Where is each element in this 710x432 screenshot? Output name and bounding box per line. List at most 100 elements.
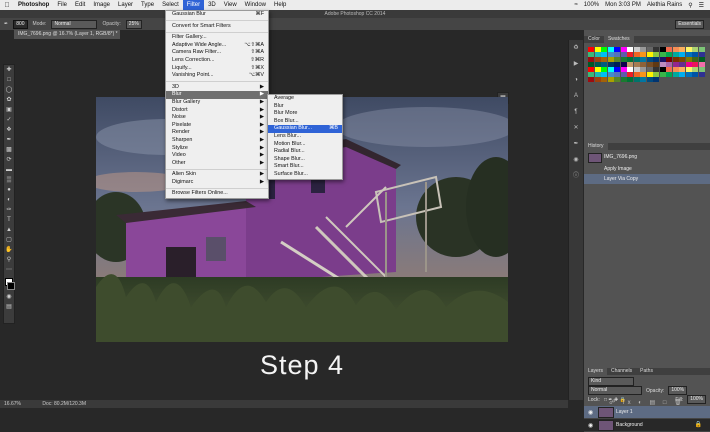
- adjustments-icon[interactable]: ◑: [571, 75, 581, 85]
- color-swatch[interactable]: [601, 77, 607, 82]
- history-state[interactable]: Apply Image: [584, 164, 710, 174]
- history-panel-icon[interactable]: ♻: [571, 43, 581, 53]
- character-icon[interactable]: A: [571, 91, 581, 101]
- color-swatch[interactable]: [666, 72, 672, 77]
- shape-tool-icon[interactable]: ▢: [5, 236, 13, 244]
- info-icon[interactable]: ⓘ: [571, 171, 581, 181]
- filter-item-video[interactable]: Video ▶: [166, 152, 268, 160]
- user-name[interactable]: Alethia Rains: [647, 2, 682, 8]
- tab-channels[interactable]: Channels: [607, 368, 636, 375]
- menu-window[interactable]: Window: [241, 0, 270, 10]
- move-tool-icon[interactable]: ✚: [5, 66, 13, 74]
- color-swatch[interactable]: [633, 77, 640, 82]
- blur-item-radial-blur[interactable]: Radial Blur...: [268, 148, 342, 156]
- color-swatch[interactable]: [640, 77, 646, 82]
- blur-tool-icon[interactable]: ●: [5, 186, 13, 194]
- healing-tool-icon[interactable]: ❖: [5, 126, 13, 134]
- blur-item-average[interactable]: Average: [268, 95, 342, 103]
- color-swatch[interactable]: [620, 77, 627, 82]
- history-brush-tool-icon[interactable]: ⟳: [5, 156, 13, 164]
- blur-item-blur-more[interactable]: Blur More: [268, 110, 342, 118]
- menu-edit[interactable]: Edit: [71, 0, 89, 10]
- mode-select[interactable]: Normal: [51, 19, 98, 29]
- blur-item-shape-blur[interactable]: Shape Blur...: [268, 156, 342, 164]
- color-swatch[interactable]: [692, 72, 698, 77]
- blur-item-smart-blur[interactable]: Smart Blur...: [268, 163, 342, 171]
- filter-item-sharpen[interactable]: Sharpen ▶: [166, 137, 268, 145]
- app-menu[interactable]: Photoshop: [14, 0, 53, 10]
- eraser-tool-icon[interactable]: ▬: [5, 166, 13, 174]
- eyedropper-tool-icon[interactable]: ✓: [5, 116, 13, 124]
- blur-item-lens-blur[interactable]: Lens Blur...: [268, 133, 342, 141]
- layer-row-background[interactable]: ◉ Background 🔒: [584, 419, 710, 432]
- screen-mode-icon[interactable]: ▤: [5, 303, 13, 311]
- paragraph-icon[interactable]: ¶: [571, 107, 581, 117]
- quick-select-tool-icon[interactable]: ✿: [5, 96, 13, 104]
- filter-item-distort[interactable]: Distort ▶: [166, 107, 268, 115]
- color-swatches[interactable]: [4, 276, 15, 292]
- layer-opacity-field[interactable]: 100%: [668, 386, 688, 395]
- marquee-tool-icon[interactable]: □: [5, 76, 13, 84]
- menu-filter[interactable]: Filter: [182, 0, 205, 10]
- gradient-tool-icon[interactable]: ▒: [5, 176, 13, 184]
- menu-view[interactable]: View: [220, 0, 241, 10]
- color-swatch[interactable]: [672, 72, 679, 77]
- color-swatch[interactable]: [627, 77, 633, 82]
- filter-item-noise[interactable]: Noise ▶: [166, 114, 268, 122]
- background-color[interactable]: [7, 282, 15, 290]
- filter-item-adaptive-wide-angle[interactable]: Adaptive Wide Angle... ⌥⇧⌘A: [166, 42, 268, 50]
- pen-tool-icon[interactable]: ✑: [5, 206, 13, 214]
- battery-status[interactable]: 100%: [584, 2, 599, 8]
- filter-item-render[interactable]: Render ▶: [166, 129, 268, 137]
- filter-item-gaussian-blur[interactable]: Gaussian Blur ⌘F: [166, 11, 268, 19]
- filter-item-alien-skin[interactable]: Alien Skin ▶: [166, 171, 268, 179]
- apple-icon[interactable]: : [0, 2, 14, 9]
- blend-mode-select[interactable]: Normal: [588, 386, 642, 395]
- filter-item-browse-filters-online[interactable]: Browse Filters Online...: [166, 190, 268, 198]
- color-swatch[interactable]: [698, 72, 705, 77]
- menu-help[interactable]: Help: [270, 0, 290, 10]
- tab-color[interactable]: Color: [584, 36, 604, 43]
- tab-history[interactable]: History: [584, 143, 608, 150]
- wifi-icon[interactable]: ≈: [575, 2, 578, 8]
- workspace-select[interactable]: Essentials: [675, 19, 704, 29]
- clock[interactable]: Mon 3:03 PM: [605, 2, 641, 8]
- crop-tool-icon[interactable]: ▣: [5, 106, 13, 114]
- color-swatch[interactable]: [685, 72, 692, 77]
- quick-mask-icon[interactable]: ◉: [5, 293, 13, 301]
- actions-panel-icon[interactable]: ▶: [571, 59, 581, 69]
- filter-item-camera-raw-filter[interactable]: Camera Raw Filter... ⇧⌘A: [166, 49, 268, 57]
- color-swatch[interactable]: [653, 77, 659, 82]
- menu-layer[interactable]: Layer: [114, 0, 137, 10]
- menu-file[interactable]: File: [53, 0, 71, 10]
- brush-panel-icon[interactable]: ✒: [571, 139, 581, 149]
- tab-paths[interactable]: Paths: [636, 368, 657, 375]
- filter-item-stylize[interactable]: Stylize ▶: [166, 145, 268, 153]
- zoom-level[interactable]: 16.67%: [4, 401, 21, 407]
- tab-swatches[interactable]: Swatches: [603, 36, 634, 43]
- blur-item-motion-blur[interactable]: Motion Blur...: [268, 141, 342, 149]
- layers-footer-icons[interactable]: ☍ fx ◐ ▤ □ 🗑: [584, 399, 710, 406]
- clone-source-icon[interactable]: ◉: [571, 155, 581, 165]
- list-icon[interactable]: ☰: [699, 2, 704, 9]
- color-swatch[interactable]: [659, 72, 666, 77]
- filter-item-filter-gallery[interactable]: Filter Gallery...: [166, 34, 268, 42]
- visibility-eye-icon[interactable]: ◉: [588, 422, 593, 429]
- filter-item-vanishing-point[interactable]: Vanishing Point... ⌥⌘V: [166, 72, 268, 80]
- zoom-tool-icon[interactable]: ⚲: [5, 256, 13, 264]
- blur-item-surface-blur[interactable]: Surface Blur...: [268, 171, 342, 179]
- tools-preset-icon[interactable]: ✕: [571, 123, 581, 133]
- color-swatch[interactable]: [679, 72, 685, 77]
- swatches-grid[interactable]: [584, 43, 710, 143]
- layer-filter-kind[interactable]: Kind: [588, 377, 634, 386]
- menu-type[interactable]: Type: [137, 0, 158, 10]
- filter-item-pixelate[interactable]: Pixelate ▶: [166, 122, 268, 130]
- color-swatch[interactable]: [607, 77, 614, 82]
- filter-item-liquify[interactable]: Liquify... ⇧⌘X: [166, 65, 268, 73]
- history-state-selected[interactable]: Layer Via Copy: [584, 174, 710, 184]
- blur-item-blur[interactable]: Blur: [268, 103, 342, 111]
- filter-item-other[interactable]: Other ▶: [166, 160, 268, 168]
- search-icon[interactable]: ⚲: [688, 2, 692, 9]
- filter-item-blur[interactable]: Blur ▶: [166, 91, 268, 99]
- filter-item-lens-correction[interactable]: Lens Correction... ⇧⌘R: [166, 57, 268, 65]
